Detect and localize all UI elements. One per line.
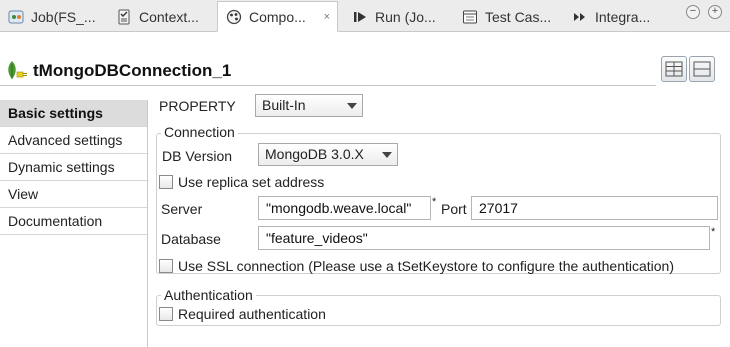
property-label: PROPERTY: [159, 98, 236, 114]
component-icon: [226, 9, 242, 25]
db-version-label: DB Version: [162, 148, 233, 164]
authentication-group-title: Authentication: [161, 287, 256, 303]
sidebar-item-dynamic-settings[interactable]: Dynamic settings: [0, 154, 147, 181]
connection-group-title: Connection: [161, 124, 238, 140]
db-version-select[interactable]: MongoDB 3.0.X: [258, 143, 398, 166]
property-select[interactable]: Built-In: [255, 94, 363, 117]
list-layout-icon: [693, 61, 711, 77]
grid-layout-icon: [665, 61, 683, 77]
context-icon: [116, 9, 132, 25]
sidebar-item-view[interactable]: View: [0, 181, 147, 208]
required-marker: *: [432, 196, 437, 208]
minimize-button[interactable]: −: [686, 5, 700, 19]
required-authentication-label: Required authentication: [178, 306, 326, 322]
port-label: Port: [441, 201, 467, 217]
replica-set-checkbox[interactable]: [159, 175, 173, 189]
table-view-button[interactable]: [661, 56, 687, 82]
integration-icon: [572, 9, 588, 25]
close-icon[interactable]: ×: [324, 11, 330, 23]
component-title: tMongoDBConnection_1: [33, 61, 232, 80]
port-field[interactable]: 27017: [471, 196, 718, 220]
replica-set-label: Use replica set address: [178, 174, 325, 190]
database-field[interactable]: "feature_videos": [258, 226, 710, 250]
required-marker: *: [711, 226, 716, 238]
ssl-checkbox[interactable]: [159, 259, 173, 273]
tab-contexts[interactable]: Context...: [108, 2, 216, 31]
ssl-label: Use SSL connection (Please use a tSetKey…: [178, 258, 675, 274]
tab-component[interactable]: Compo... ×: [217, 1, 338, 32]
sidebar-item-documentation[interactable]: Documentation: [0, 208, 147, 235]
sidebar-item-advanced-settings[interactable]: Advanced settings: [0, 127, 147, 154]
editor-tab-bar: Job(FS_... Context... Compo... × Run (Jo…: [0, 0, 730, 32]
tab-job[interactable]: Job(FS_...: [0, 2, 107, 31]
chevron-down-icon: [382, 152, 392, 158]
list-view-button[interactable]: [689, 56, 715, 82]
settings-sidebar: Basic settings Advanced settings Dynamic…: [0, 100, 148, 347]
required-authentication-checkbox[interactable]: [159, 307, 173, 321]
tab-label: Integra...: [595, 8, 651, 25]
basic-settings-panel: PROPERTY Built-In Connection DB Version …: [149, 88, 730, 347]
tab-label: Context...: [139, 8, 199, 25]
test-case-icon: [462, 9, 478, 25]
database-label: Database: [161, 231, 221, 247]
server-field[interactable]: "mongodb.weave.local": [258, 196, 431, 220]
tab-run[interactable]: Run (Jo...: [344, 2, 452, 31]
chevron-down-icon: [347, 103, 357, 109]
tab-label: Compo...: [249, 8, 306, 25]
maximize-button[interactable]: +: [708, 5, 722, 19]
job-icon: [8, 9, 24, 25]
run-icon: [352, 9, 368, 25]
server-label: Server: [161, 201, 203, 217]
mongodb-leaf-icon: [5, 59, 29, 83]
db-version-value: MongoDB 3.0.X: [265, 146, 364, 162]
property-value: Built-In: [262, 97, 306, 113]
tab-label: Run (Jo...: [375, 8, 436, 25]
tab-test-cases[interactable]: Test Cas...: [454, 2, 564, 31]
tab-label: Test Cas...: [485, 8, 552, 25]
header-divider: [0, 85, 656, 86]
tab-integration[interactable]: Integra...: [564, 2, 674, 31]
sidebar-item-basic-settings[interactable]: Basic settings: [0, 100, 147, 127]
tab-label: Job(FS_...: [31, 8, 96, 25]
